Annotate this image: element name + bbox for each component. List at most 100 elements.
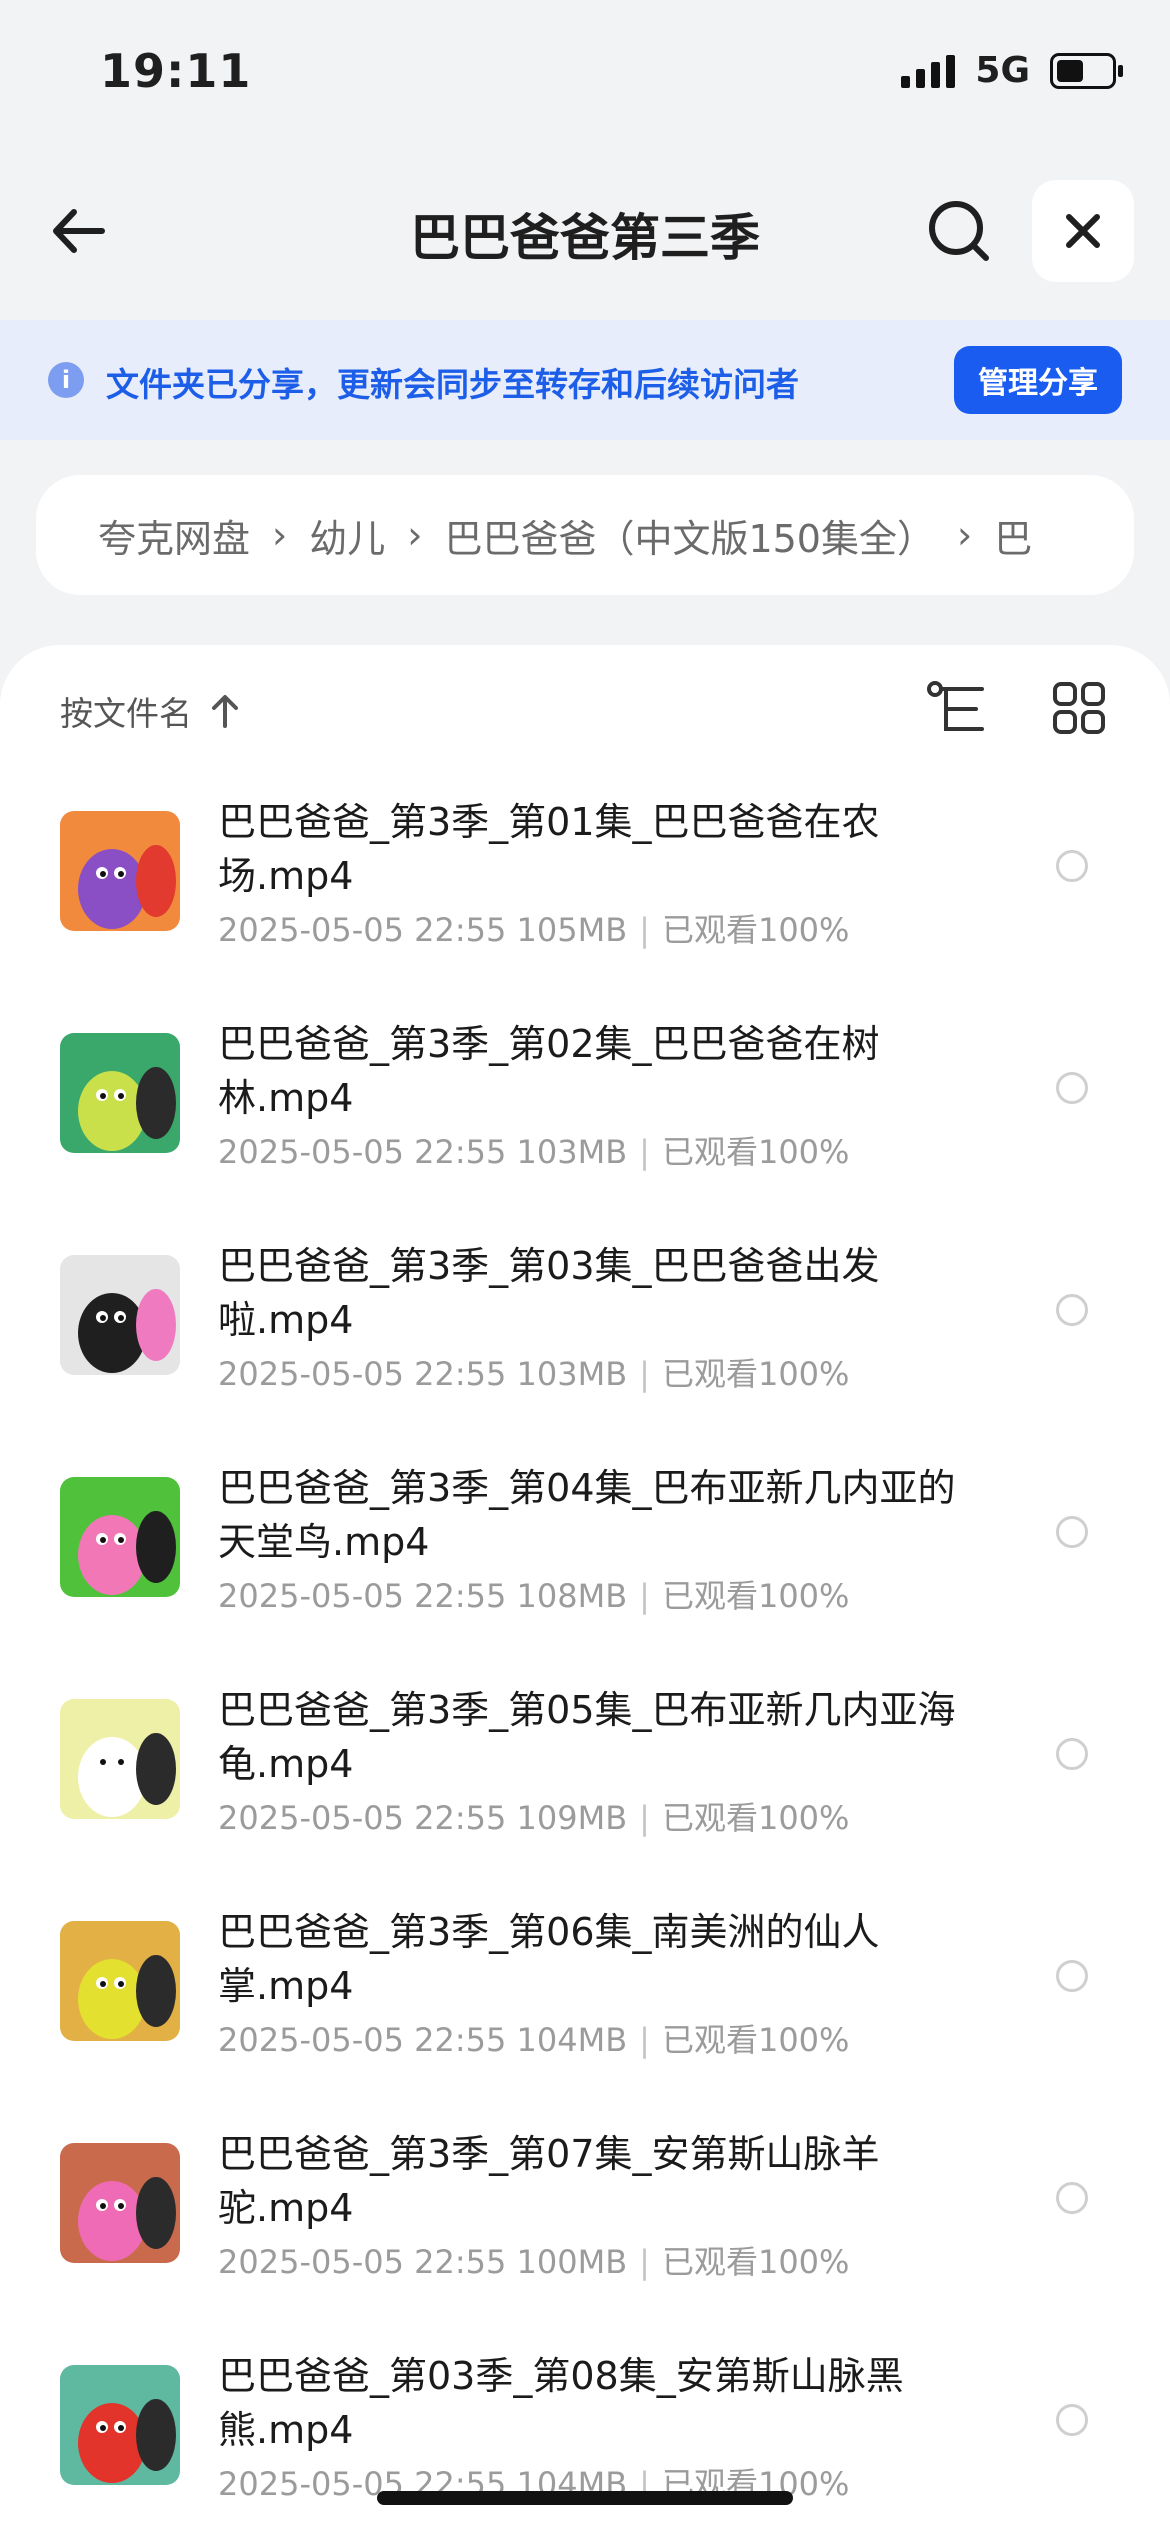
sort-label: 按文件名 [60,694,192,733]
video-thumbnail [60,1477,180,1597]
sort-control[interactable]: 按文件名 [60,687,240,735]
breadcrumb-separator: › [407,513,423,557]
file-date: 2025-05-05 22:55 [218,1577,507,1615]
file-row[interactable]: 巴巴爸爸_第3季_第02集_巴巴爸爸在树林.mp4 2025-05-05 22:5… [0,1005,1170,1227]
select-radio[interactable] [1056,1960,1088,1992]
cellular-signal-icon [901,54,956,88]
meta-divider: | [639,1355,650,1393]
file-date: 2025-05-05 22:55 [218,911,507,949]
select-radio[interactable] [1056,2182,1088,2214]
file-row[interactable]: 巴巴爸爸_第3季_第04集_巴布亚新几内亚的天堂鸟.mp4 2025-05-05 … [0,1449,1170,1671]
file-date: 2025-05-05 22:55 [218,1133,507,1171]
file-size: 103MB [516,1133,628,1171]
file-size: 108MB [516,1577,628,1615]
info-icon: i [48,362,84,398]
breadcrumb-item[interactable]: 幼儿 [309,508,385,563]
tree-view-button[interactable] [926,679,990,743]
watch-progress: 已观看100% [661,911,850,949]
breadcrumb: 夸克网盘 › 幼儿 › 巴巴爸爸（中文版150集全） › 巴 [36,475,1134,595]
file-date: 2025-05-05 22:55 [218,2021,507,2059]
manage-share-button[interactable]: 管理分享 [954,346,1122,414]
status-bar: 19:11 5G [0,0,1170,150]
watch-progress: 已观看100% [661,1577,850,1615]
search-icon [929,201,989,261]
watch-progress: 已观看100% [661,2243,850,2281]
tree-icon [927,681,984,731]
file-meta: 2025-05-05 22:55 108MB | 已观看100% [218,1571,849,1617]
meta-divider: | [639,1577,650,1615]
meta-divider: | [639,1799,650,1837]
grid-view-button[interactable] [1052,681,1106,735]
file-name: 巴巴爸爸_第3季_第06集_南美洲的仙人掌.mp4 [218,1910,880,2008]
status-indicators: 5G [901,50,1123,91]
nav-bar: 巴巴爸爸第三季 [0,170,1170,290]
video-thumbnail [60,2365,180,2485]
file-name: 巴巴爸爸_第3季_第03集_巴巴爸爸出发啦.mp4 [218,1244,880,1342]
breadcrumb-item[interactable]: 夸克网盘 [98,508,250,563]
file-meta: 2025-05-05 22:55 109MB | 已观看100% [218,1793,849,1839]
banner-text: 文件夹已分享，更新会同步至转存和后续访问者 [106,365,799,404]
file-name: 巴巴爸爸_第3季_第01集_巴巴爸爸在农场.mp4 [218,800,880,898]
file-row[interactable]: 巴巴爸爸_第3季_第05集_巴布亚新几内亚海龟.mp4 2025-05-05 22… [0,1671,1170,1893]
close-button[interactable] [1032,180,1134,282]
file-meta: 2025-05-05 22:55 103MB | 已观看100% [218,1127,849,1173]
breadcrumb-item[interactable]: 巴巴爸爸（中文版150集全） [444,508,935,563]
home-indicator [377,2491,793,2505]
video-thumbnail [60,2143,180,2263]
select-radio[interactable] [1056,1294,1088,1326]
file-row[interactable]: 巴巴爸爸_第3季_第01集_巴巴爸爸在农场.mp4 2025-05-05 22:5… [0,783,1170,1005]
page-title: 巴巴爸爸第三季 [410,209,760,267]
file-size: 104MB [516,2021,628,2059]
file-meta: 2025-05-05 22:55 104MB | 已观看100% [218,2015,849,2061]
watch-progress: 已观看100% [661,2021,850,2059]
meta-divider: | [639,2021,650,2059]
grid-icon [1053,682,1105,734]
select-radio[interactable] [1056,1072,1088,1104]
file-meta: 2025-05-05 22:55 105MB | 已观看100% [218,905,849,951]
status-time: 19:11 [100,44,252,98]
file-name: 巴巴爸爸_第3季_第05集_巴布亚新几内亚海龟.mp4 [218,1688,956,1786]
thumbnail-image [60,1033,180,1153]
file-row[interactable]: 巴巴爸爸_第3季_第03集_巴巴爸爸出发啦.mp4 2025-05-05 22:5… [0,1227,1170,1449]
video-thumbnail [60,1255,180,1375]
search-button[interactable] [924,196,994,266]
video-thumbnail [60,811,180,931]
share-info-banner: i 文件夹已分享，更新会同步至转存和后续访问者 管理分享 [0,320,1170,440]
thumbnail-image [60,1699,180,1819]
video-thumbnail [60,1699,180,1819]
file-name: 巴巴爸爸_第03季_第08集_安第斯山脉黑熊.mp4 [218,2354,904,2452]
watch-progress: 已观看100% [661,1799,850,1837]
file-date: 2025-05-05 22:55 [218,1799,507,1837]
close-icon [1066,214,1100,248]
file-row[interactable]: 巴巴爸爸_第3季_第07集_安第斯山脉羊驼.mp4 2025-05-05 22:5… [0,2115,1170,2337]
file-size: 109MB [516,1799,628,1837]
video-thumbnail [60,1921,180,2041]
breadcrumb-separator: › [956,513,973,557]
file-size: 100MB [516,2243,628,2281]
file-date: 2025-05-05 22:55 [218,2243,507,2281]
select-radio[interactable] [1056,1738,1088,1770]
thumbnail-image [60,2143,180,2263]
thumbnail-image [60,1255,180,1375]
file-size: 105MB [516,911,628,949]
file-meta: 2025-05-05 22:55 103MB | 已观看100% [218,1349,849,1395]
file-list-panel: 按文件名 巴巴爸爸_第3季_第01集_巴巴爸爸在农场.mp4 2025-05-05… [0,645,1170,2532]
watch-progress: 已观看100% [661,1133,850,1171]
select-radio[interactable] [1056,2404,1088,2436]
video-thumbnail [60,1033,180,1153]
thumbnail-image [60,811,180,931]
thumbnail-image [60,1921,180,2041]
thumbnail-image [60,2365,180,2485]
sort-asc-icon [212,695,238,728]
file-meta: 2025-05-05 22:55 100MB | 已观看100% [218,2237,849,2283]
meta-divider: | [639,2243,650,2281]
file-size: 103MB [516,1355,628,1393]
breadcrumb-item[interactable]: 巴 [994,508,1032,563]
file-name: 巴巴爸爸_第3季_第07集_安第斯山脉羊驼.mp4 [218,2132,880,2230]
meta-divider: | [639,1133,650,1171]
battery-icon [1050,52,1123,89]
select-radio[interactable] [1056,1516,1088,1548]
select-radio[interactable] [1056,850,1088,882]
file-row[interactable]: 巴巴爸爸_第3季_第06集_南美洲的仙人掌.mp4 2025-05-05 22:5… [0,1893,1170,2115]
network-type: 5G [975,50,1030,91]
